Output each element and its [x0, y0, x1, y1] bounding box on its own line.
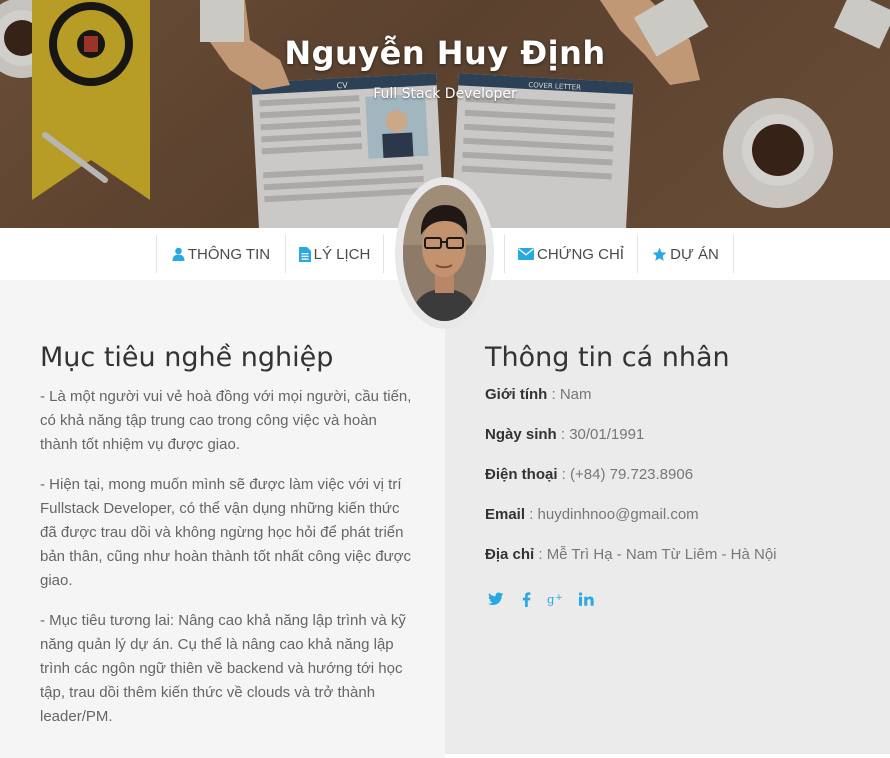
nav-label: LÝ LỊCH — [313, 245, 371, 263]
info-label: Ngày sinh — [485, 426, 557, 443]
svg-text:g: g — [547, 592, 555, 606]
info-row-birthday: Ngày sinh : 30/01/1991 — [485, 426, 644, 443]
career-objective-section: Mục tiêu nghề nghiệp - Là một người vui … — [0, 280, 445, 758]
info-value: : Nam — [547, 386, 592, 403]
envelope-icon — [518, 248, 534, 260]
nav-label: THÔNG TIN — [187, 245, 271, 263]
avatar — [403, 185, 486, 321]
info-row-email: Email : huydinhnoo@gmail.com — [485, 506, 699, 523]
info-value: : huydinhnoo@gmail.com — [525, 506, 699, 523]
user-icon — [172, 247, 185, 261]
file-icon — [298, 246, 311, 262]
info-label: Giới tính — [485, 386, 548, 403]
objective-paragraph: - Là một người vui vẻ hoà đồng với mọi n… — [40, 388, 412, 453]
svg-text:+: + — [555, 593, 563, 603]
info-label: Email — [485, 506, 526, 523]
info-value: : Mễ Trì Hạ - Nam Từ Liêm - Hà Nội — [534, 546, 777, 563]
nav-label: CHỨNG CHỈ — [537, 245, 624, 263]
nav-item-chung-chi[interactable]: CHỨNG CHỈ — [504, 235, 638, 273]
info-value: : (+84) 79.723.8906 — [557, 466, 694, 483]
objective-paragraph: - Mục tiêu tương lai: Nâng cao khả năng … — [40, 612, 406, 725]
personal-info-section: Thông tin cá nhân Giới tính : Nam Ngày s… — [445, 280, 890, 754]
nav-label: DỰ ÁN — [670, 245, 719, 263]
nav-item-thong-tin[interactable]: THÔNG TIN — [156, 235, 286, 273]
info-label: Điện thoại — [485, 466, 558, 483]
profile-name: Nguyễn Huy Định — [284, 34, 606, 72]
social-links: g + — [487, 590, 595, 608]
facebook-icon[interactable] — [517, 590, 535, 608]
nav-item-du-an[interactable]: DỰ ÁN — [638, 235, 734, 273]
profile-role: Full Stack Developer — [373, 86, 517, 102]
career-objective-title: Mục tiêu nghề nghiệp — [40, 342, 334, 373]
linkedin-icon[interactable] — [577, 590, 595, 608]
personal-info-title: Thông tin cá nhân — [485, 342, 730, 373]
nav-item-ly-lich[interactable]: LÝ LỊCH — [286, 235, 384, 273]
avatar-photo — [403, 185, 486, 321]
star-icon — [652, 247, 667, 262]
twitter-icon[interactable] — [487, 590, 505, 608]
info-row-phone: Điện thoại : (+84) 79.723.8906 — [485, 466, 693, 483]
info-label: Địa chỉ — [485, 546, 535, 563]
google-plus-icon[interactable]: g + — [547, 590, 565, 608]
info-row-address: Địa chỉ : Mễ Trì Hạ - Nam Từ Liêm - Hà N… — [485, 546, 777, 563]
info-row-gender: Giới tính : Nam — [485, 386, 592, 403]
info-value: : 30/01/1991 — [556, 426, 645, 443]
objective-paragraph: - Hiện tại, mong muốn mình sẽ được làm v… — [40, 476, 412, 589]
